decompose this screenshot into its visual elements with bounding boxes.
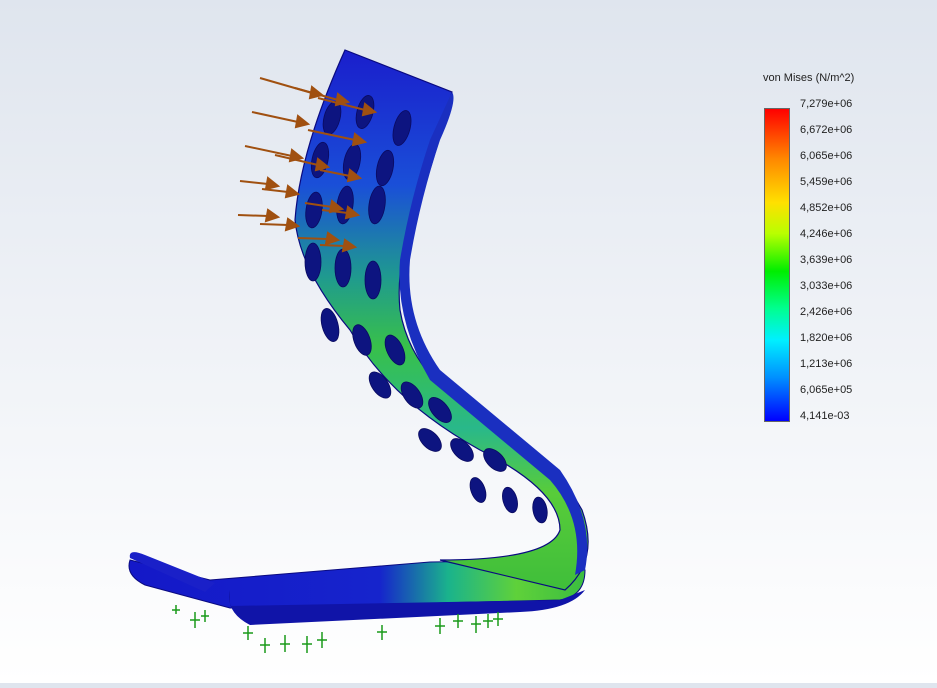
legend-label: 1,213e+06 [800,358,853,370]
legend-color-bar [764,108,790,422]
legend-label: 6,065e+05 [800,384,853,396]
stress-legend: von Mises (N/m^2) 7,279e+06 6,672e+06 6,… [760,70,880,430]
legend-label: 4,246e+06 [800,228,853,240]
fixture-marker [243,626,253,640]
legend-label: 4,852e+06 [800,202,853,214]
legend-label: 3,639e+06 [800,254,853,266]
fixture-marker [435,618,445,634]
fixture-marker [317,632,327,648]
legend-label: 6,065e+06 [800,150,853,162]
legend-title: von Mises (N/m^2) [763,72,855,84]
legend-label: 2,426e+06 [800,306,853,318]
fixture-marker [302,636,312,653]
fixture-marker [190,612,200,628]
legend-label: 1,820e+06 [800,332,853,344]
load-arrow [239,176,281,191]
fixture-marker [201,610,209,622]
load-arrow [237,208,281,223]
fixture-marker [172,605,180,614]
legend-label: 4,141e-03 [800,410,850,422]
load-arrow [251,111,311,129]
fixture-marker [471,616,481,633]
fixture-marker [377,625,387,640]
fixture-marker [453,614,463,628]
fixture-marker [493,612,503,626]
fixture-marker [280,635,290,652]
load-arrow [259,77,325,100]
fixture-marker [260,638,270,653]
legend-label: 5,459e+06 [800,176,853,188]
legend-label: 7,279e+06 [800,98,853,110]
legend-label: 3,033e+06 [800,280,853,292]
legend-label: 6,672e+06 [800,124,853,136]
fixture-marker [483,614,493,628]
